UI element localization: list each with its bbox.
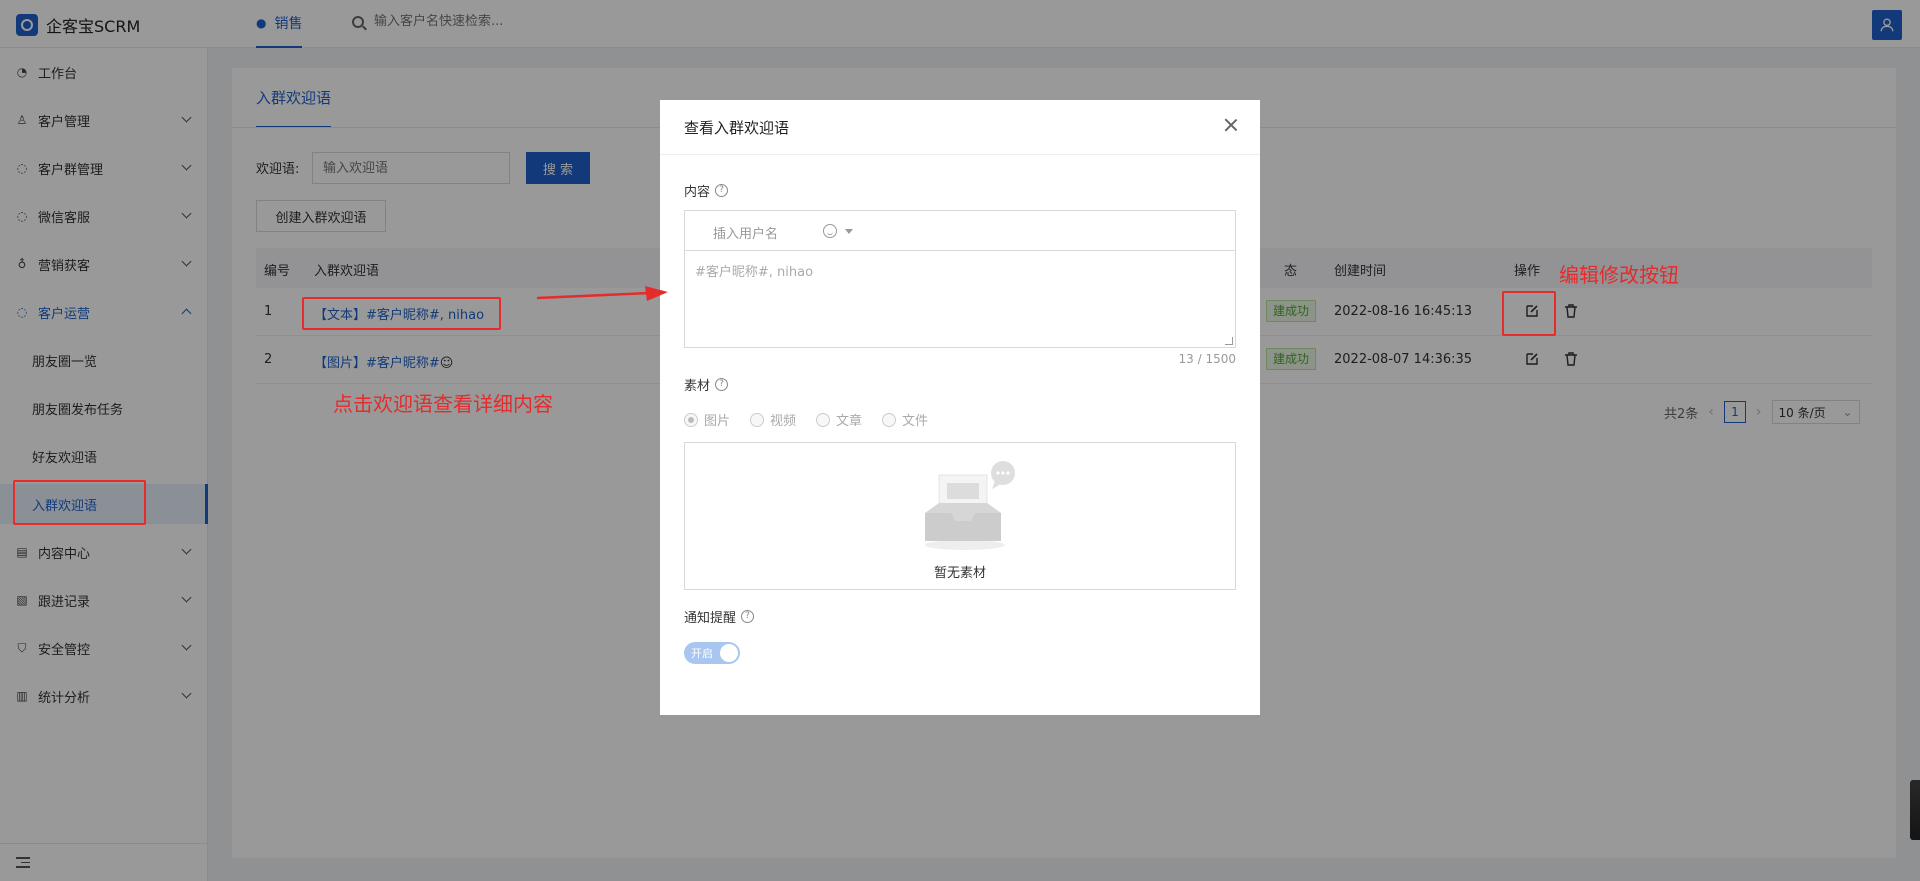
highlight-sidebar-item bbox=[13, 480, 146, 525]
notify-field-label: 通知提醒 ? bbox=[684, 607, 755, 626]
material-label-text: 素材 bbox=[684, 379, 711, 394]
help-icon[interactable]: ? bbox=[741, 610, 755, 623]
emoji-icon[interactable] bbox=[823, 224, 837, 238]
editor-toolbar: 插入用户名 bbox=[685, 211, 1235, 251]
radio-dot bbox=[684, 412, 698, 427]
help-icon[interactable]: ? bbox=[715, 184, 729, 197]
empty-inbox-icon bbox=[925, 461, 1015, 550]
empty-material-text: 暂无素材 bbox=[933, 566, 986, 581]
radio-dot bbox=[750, 412, 765, 427]
radio-label: 图片 bbox=[704, 414, 731, 429]
modal-title: 查看入群欢迎语 bbox=[684, 119, 790, 137]
material-box: 暂无素材 bbox=[684, 442, 1236, 590]
content-field-label: 内容 ? bbox=[684, 181, 729, 200]
notify-label-text: 通知提醒 bbox=[684, 611, 737, 626]
content-editor: 插入用户名 #客户昵称#, nihao bbox=[684, 210, 1236, 348]
radio-label: 文件 bbox=[902, 414, 929, 429]
radio-video[interactable]: 视频 bbox=[750, 410, 796, 429]
highlight-welcome-row bbox=[302, 297, 501, 330]
radio-file[interactable]: 文件 bbox=[882, 410, 928, 429]
radio-label: 文章 bbox=[836, 414, 863, 429]
radio-image[interactable]: 图片 bbox=[684, 410, 730, 429]
toggle-label: 开启 bbox=[691, 647, 713, 660]
close-icon[interactable] bbox=[1224, 118, 1238, 132]
highlight-edit-button bbox=[1502, 291, 1556, 336]
content-label-text: 内容 bbox=[684, 185, 711, 200]
caret-down-icon[interactable] bbox=[845, 229, 853, 234]
char-counter: 13 / 1500 bbox=[1178, 352, 1236, 366]
material-field-label: 素材 ? bbox=[684, 375, 729, 394]
annotation-click-hint: 点击欢迎语查看详细内容 bbox=[333, 392, 553, 416]
radio-article[interactable]: 文章 bbox=[816, 410, 862, 429]
notify-toggle[interactable]: 开启 bbox=[684, 642, 740, 664]
radio-dot bbox=[882, 412, 897, 427]
radio-label: 视频 bbox=[770, 414, 797, 429]
modal-header: 查看入群欢迎语 bbox=[660, 100, 1260, 155]
radio-dot bbox=[816, 412, 831, 427]
view-welcome-modal: 查看入群欢迎语 内容 ? 插入用户名 #客户昵称#, nihao 13 / 15… bbox=[660, 100, 1260, 715]
material-type-group: 图片 视频 文章 文件 bbox=[684, 410, 928, 429]
annotation-arrow-icon bbox=[537, 286, 668, 301]
annotation-edit-hint: 编辑修改按钮 bbox=[1559, 263, 1679, 287]
toggle-knob bbox=[720, 644, 738, 662]
resize-handle[interactable] bbox=[1225, 337, 1233, 345]
help-icon[interactable]: ? bbox=[715, 378, 729, 391]
content-text: #客户昵称#, nihao bbox=[695, 265, 814, 280]
insert-username-button[interactable]: 插入用户名 bbox=[713, 223, 778, 242]
